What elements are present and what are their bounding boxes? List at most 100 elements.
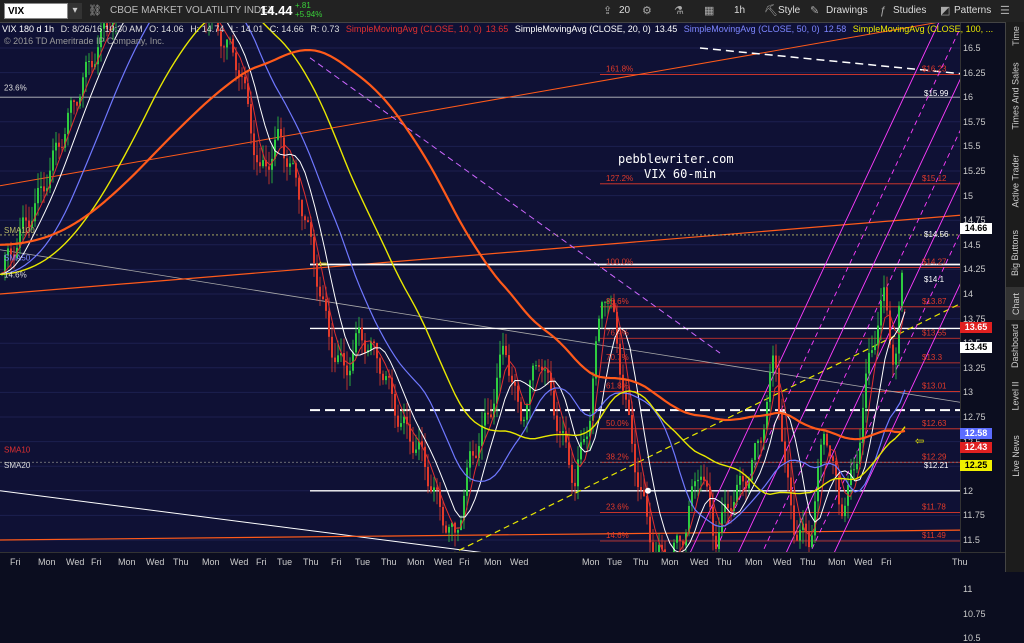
candle-body [721, 511, 723, 533]
info-date: D: 8/26/16 10:30 AM [60, 24, 143, 34]
candle-body [346, 365, 348, 376]
drawings-menu-button[interactable]: Drawings [826, 3, 868, 19]
candle-body [574, 482, 576, 487]
symbol-dropdown-button[interactable]: ▾ [68, 3, 82, 19]
patterns-menu-button[interactable]: Patterns [954, 3, 991, 19]
chart-description: VIX 180 d 1h [2, 24, 55, 34]
candle-body [415, 449, 417, 453]
symbol-input[interactable]: VIX [4, 3, 68, 19]
patterns-icon: ◩ [940, 5, 951, 17]
settings-icon[interactable]: ⚙ [642, 3, 652, 19]
candle-body [769, 372, 771, 402]
time-tick-label: Thu [800, 557, 816, 567]
fib-pct-label: 50.0% [606, 419, 629, 428]
fib-price-label: $14.27 [922, 257, 947, 266]
time-tick-label: Mon [407, 557, 425, 567]
candle-body [814, 501, 816, 536]
link-icon[interactable]: ⛓ [88, 3, 102, 19]
time-tick-label: Thu [173, 557, 189, 567]
candle-body [796, 534, 798, 541]
chart-toolbar: VIX ▾ ⛓ CBOE MARKET VOLATILITY INDEX 14.… [0, 0, 1024, 23]
info-open: O: 14.06 [149, 24, 184, 34]
chart-area[interactable]: ⇦⇦23.6%14.6%0.0%SMA100SMA50SMA10SMA20161… [0, 22, 1005, 552]
candle-body [358, 327, 360, 334]
sma10-line [0, 22, 906, 552]
time-tick-label: Thu [303, 557, 319, 567]
flask-icon[interactable]: ⚗ [674, 3, 684, 19]
time-tick-label: Wed [434, 557, 453, 567]
candle-body [760, 440, 762, 443]
price-badge: 13.65 [960, 322, 992, 334]
candle-body [523, 419, 525, 422]
style-menu-button[interactable]: Style [778, 3, 800, 19]
candle-body [850, 469, 852, 485]
time-tick-label: Fri [91, 557, 102, 567]
side-tab-time[interactable]: Time [1006, 22, 1024, 50]
candle-body [640, 487, 642, 491]
candle-body [787, 463, 789, 478]
candle-body [739, 475, 741, 485]
candle-body [817, 466, 819, 502]
side-tab-big-buttons[interactable]: Big Buttons [1006, 222, 1024, 284]
fib-price-label: $13.87 [922, 297, 947, 306]
price-tick-label: 12.75 [963, 412, 986, 422]
candle-body [556, 415, 558, 432]
candle-body [256, 155, 258, 163]
candle-body [355, 333, 357, 353]
price-tick-label: 16 [963, 92, 974, 103]
fib-pct-label: 70.7% [606, 353, 629, 362]
candle-body [502, 345, 504, 355]
trend-line-orange-upper [0, 22, 943, 187]
price-tick-label: 10.5 [963, 633, 981, 643]
side-tab-label: Big Buttons [1010, 229, 1021, 277]
candle-body [271, 158, 273, 170]
candle-body [571, 464, 573, 483]
chart-info-bar: VIX 180 d 1h D: 8/26/16 10:30 AM O: 14.0… [2, 23, 997, 35]
time-tick-label: Thu [381, 557, 397, 567]
side-tab-chart[interactable]: Chart [1006, 287, 1024, 320]
candle-body [700, 476, 702, 480]
side-tab-active-trader[interactable]: Active Trader [1006, 142, 1024, 220]
side-tab-times-and-sales[interactable]: Times And Sales [1006, 52, 1024, 140]
side-tab-level-ii[interactable]: Level II [1006, 372, 1024, 420]
candle-body [286, 158, 288, 167]
time-tick-label: Fri [459, 557, 470, 567]
share-icon[interactable]: ⇪ [603, 3, 612, 19]
price-change: +.81 +5.94% [295, 1, 323, 19]
candle-body [628, 399, 630, 416]
candle-body [586, 436, 588, 439]
side-tab-dashboard[interactable]: Dashboard [1006, 322, 1024, 370]
watermark: pebblewriter.com VIX 60-min [618, 152, 734, 182]
candle-body [301, 199, 303, 217]
sma10-value: 13.65 [485, 24, 509, 34]
studies-menu-button[interactable]: Studies [893, 3, 926, 19]
candle-body [853, 469, 855, 471]
candle-body [445, 525, 447, 533]
candle-body [436, 487, 438, 490]
fib-pct-label: 61.8% [606, 381, 629, 390]
drawings-icon: ✎ [810, 5, 820, 17]
trend-line-grey [0, 249, 961, 403]
candle-body [484, 412, 486, 426]
candle-body [40, 186, 42, 188]
side-tab-label: Time [1010, 26, 1021, 46]
candle-body [85, 61, 87, 78]
candle-body [877, 325, 879, 346]
menu-icon[interactable]: ☰ [1000, 3, 1010, 19]
candle-body [298, 177, 300, 200]
price-tick-label: 15.25 [963, 166, 986, 176]
candle-body [277, 128, 279, 140]
time-tick-label: Mon [202, 557, 220, 567]
candle-body [448, 526, 450, 533]
grid-icon[interactable]: ▦ [704, 3, 714, 19]
candle-body [637, 472, 639, 488]
candle-body [25, 217, 27, 221]
fib-pct-label: 161.8% [606, 65, 633, 74]
interval-selector[interactable]: 1h [734, 3, 745, 19]
side-tab-live-news[interactable]: Live News [1006, 422, 1024, 490]
side-tab-label: Dashboard [1010, 323, 1021, 369]
candle-body [262, 160, 264, 167]
price-chart[interactable]: ⇦⇦23.6%14.6%0.0%SMA100SMA50SMA10SMA20161… [0, 22, 1005, 552]
candle-body [727, 503, 729, 509]
candle-body [70, 100, 72, 113]
